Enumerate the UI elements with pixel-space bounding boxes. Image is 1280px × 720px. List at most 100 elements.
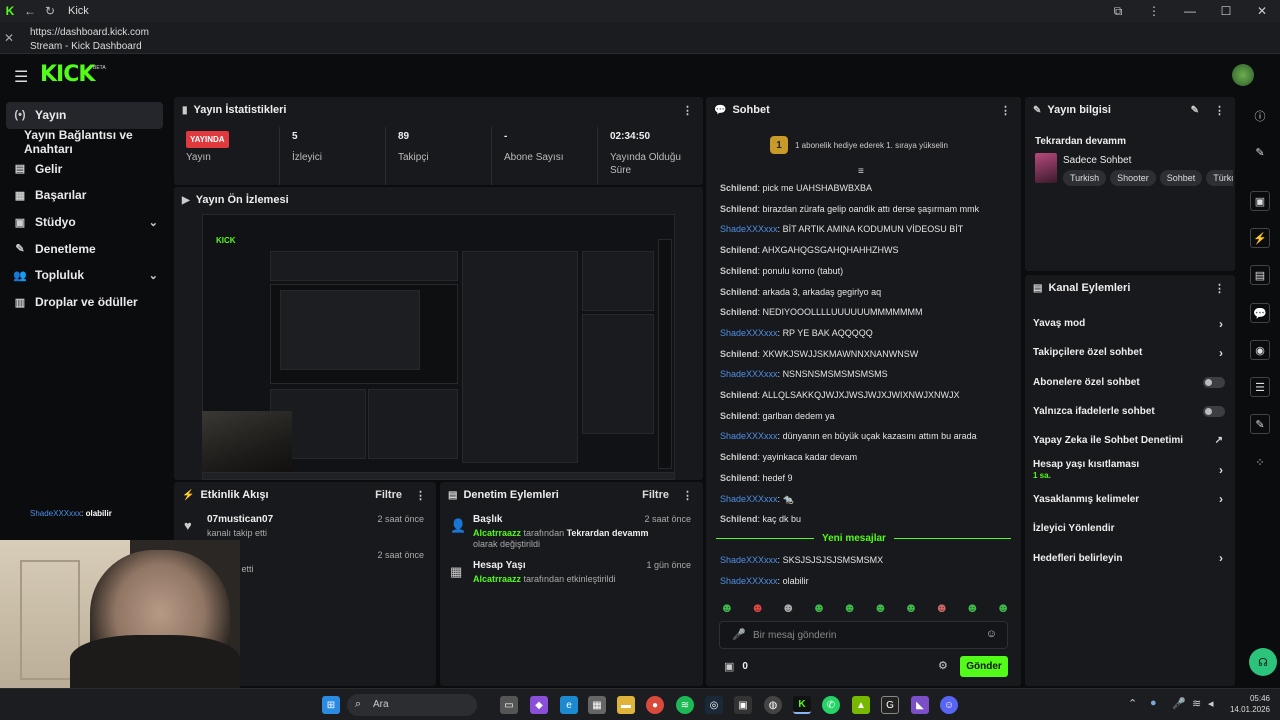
chat-username[interactable]: Schilend xyxy=(720,245,758,255)
whatsapp-icon[interactable]: ✆ xyxy=(822,696,840,714)
copilot-icon[interactable]: ◆ xyxy=(530,696,548,714)
chat-username[interactable]: Schilend xyxy=(720,183,758,193)
chrome-icon[interactable]: ● xyxy=(646,696,664,714)
emote-icon[interactable]: ☻ xyxy=(935,600,949,615)
chat-username[interactable]: Schilend xyxy=(720,452,758,462)
channel-action-item[interactable]: Hesap yaşı kısıtlaması 1 sa. › xyxy=(1025,455,1235,484)
headset-icon[interactable]: ☊ xyxy=(1249,648,1277,676)
sidebar-item-community[interactable]: 👥 Topluluk ⌄ xyxy=(0,262,172,289)
channel-action-item[interactable]: Yavaş mod › xyxy=(1025,309,1235,338)
chevron-down-icon[interactable]: ⌄ xyxy=(149,216,158,229)
store-icon[interactable]: ▦ xyxy=(588,696,606,714)
chat-username[interactable]: Schilend xyxy=(720,307,758,317)
discord-icon[interactable]: ☺ xyxy=(940,696,958,714)
moderator-name[interactable]: Alcatrraazz xyxy=(473,528,521,538)
toggle-switch[interactable] xyxy=(1203,406,1225,418)
app-icon[interactable]: ▣ xyxy=(734,696,752,714)
volume-icon[interactable]: ◂ xyxy=(1208,697,1214,710)
clock[interactable]: 05:46 14.01.2026 xyxy=(1226,693,1270,715)
chat-username[interactable]: Schilend xyxy=(720,514,758,524)
list-icon[interactable]: ☰ xyxy=(1250,377,1270,397)
emote-icon[interactable]: ☻ xyxy=(996,600,1010,615)
wifi-icon[interactable]: ≋ xyxy=(1192,697,1201,710)
broadcast-icon[interactable]: ◉ xyxy=(1250,340,1270,360)
pencil-icon[interactable]: ✎ xyxy=(1250,142,1270,162)
more-options-icon[interactable]: ⋮ xyxy=(682,489,693,502)
emote-icon[interactable]: ☻ xyxy=(781,600,795,615)
stats-icon[interactable]: ▣ xyxy=(1250,191,1270,211)
channel-points[interactable]: ▣ 0 xyxy=(724,660,748,673)
toggle-switch[interactable] xyxy=(1203,376,1225,388)
tag[interactable]: Sohbet xyxy=(1159,170,1203,186)
sidebar-item-achievements[interactable]: ▦ Başarılar xyxy=(0,182,172,209)
tag[interactable]: Türkç xyxy=(1206,170,1233,186)
app-icon[interactable]: G xyxy=(881,696,899,714)
close-button[interactable]: ✕ xyxy=(1244,0,1280,22)
tray-chevron-icon[interactable]: ⌃ xyxy=(1128,697,1137,710)
address-bar[interactable]: ✕ https://dashboard.kick.com Stream - Ki… xyxy=(0,22,1280,54)
reload-icon[interactable]: ↻ xyxy=(40,0,60,22)
emote-icon[interactable]: ☻ xyxy=(720,600,734,615)
chat-username[interactable]: ShadeXXXxxx xyxy=(720,224,778,234)
sidebar-item-moderation[interactable]: ✎ Denetleme xyxy=(0,235,172,262)
close-icon[interactable]: ✕ xyxy=(4,31,14,45)
chat-username[interactable]: Schilend xyxy=(720,349,758,359)
windows-start-icon[interactable]: ⊞ xyxy=(322,696,340,714)
taskbar-search[interactable]: ⌕ Ara xyxy=(347,694,477,716)
edge-icon[interactable]: e xyxy=(560,696,578,714)
stream-preview-video[interactable]: KICK xyxy=(202,214,675,480)
wrench-icon[interactable]: ✎ xyxy=(1250,414,1270,434)
chevron-down-icon[interactable]: ⌄ xyxy=(149,269,158,282)
chat-username[interactable]: ShadeXXXxxx xyxy=(720,494,778,504)
emote-icon[interactable]: ☻ xyxy=(751,600,765,615)
more-options-icon[interactable]: ⋮ xyxy=(682,104,693,117)
sidebar-item-studio[interactable]: ▣ Stüdyo ⌄ xyxy=(0,209,172,236)
chevron-right-icon[interactable]: › xyxy=(1219,551,1223,565)
sidebar-item-stream-key[interactable]: Yayın Bağlantısı ve Anahtarı xyxy=(0,128,172,156)
apps-icon[interactable]: ⁘ xyxy=(1250,452,1270,472)
chat-username[interactable]: ShadeXXXxxx xyxy=(720,431,778,441)
more-options-icon[interactable]: ⋮ xyxy=(415,489,426,502)
moderator-name[interactable]: Alcatrraazz xyxy=(473,574,521,584)
kick-logo[interactable]: KICK xyxy=(40,62,95,87)
chat-icon[interactable]: 💬 xyxy=(1250,303,1270,323)
send-button[interactable]: Gönder xyxy=(960,656,1008,677)
sidebar-item-drops[interactable]: ▥ Droplar ve ödüller xyxy=(0,289,172,316)
more-options-icon[interactable]: ⋮ xyxy=(1000,104,1011,117)
channel-action-item[interactable]: Yalnızca ifadelerle sohbet xyxy=(1025,397,1235,426)
channel-action-item[interactable]: Yapay Zeka ile Sohbet Denetimi ↗ xyxy=(1025,426,1235,455)
edit-icon[interactable]: ✎ xyxy=(1191,105,1199,116)
back-icon[interactable]: ← xyxy=(20,0,40,22)
more-options-icon[interactable]: ⋮ xyxy=(1214,104,1225,117)
microphone-icon[interactable]: 🎤 xyxy=(732,628,746,641)
chat-username[interactable]: ShadeXXXxxx xyxy=(720,328,778,338)
external-link-icon[interactable]: ↗ xyxy=(1215,435,1223,446)
chat-username[interactable]: Schilend xyxy=(720,411,758,421)
filter-button[interactable]: Filtre xyxy=(642,489,669,501)
chevron-right-icon[interactable]: › xyxy=(1219,317,1223,331)
tag[interactable]: Turkish xyxy=(1063,170,1107,186)
chat-username[interactable]: ShadeXXXxxx xyxy=(720,555,778,565)
app-icon[interactable]: ◍ xyxy=(764,696,782,714)
chat-username[interactable]: Schilend xyxy=(720,473,758,483)
nvidia-icon[interactable]: ▲ xyxy=(852,696,870,714)
tray-icon[interactable]: ● xyxy=(1150,697,1157,709)
clipboard-icon[interactable]: ▤ xyxy=(1250,265,1270,285)
avatar[interactable] xyxy=(1232,64,1254,86)
chevron-right-icon[interactable]: › xyxy=(1219,463,1223,477)
emoji-icon[interactable]: ☺ xyxy=(986,628,997,640)
steam-icon[interactable]: ◎ xyxy=(705,696,723,714)
vs-icon[interactable]: ◣ xyxy=(911,696,929,714)
kick-taskbar-icon[interactable]: K xyxy=(793,696,811,714)
more-icon[interactable]: ⋮ xyxy=(1136,0,1172,22)
emote-icon[interactable]: ☻ xyxy=(873,600,887,615)
maximize-button[interactable]: ☐ xyxy=(1208,0,1244,22)
channel-action-item[interactable]: Hedefleri belirleyin › xyxy=(1025,543,1235,572)
spotify-icon[interactable]: ≋ xyxy=(676,696,694,714)
settings-gear-icon[interactable]: ⚙ xyxy=(938,659,948,672)
category-thumbnail[interactable] xyxy=(1035,153,1057,183)
extensions-icon[interactable]: ⧉ xyxy=(1100,0,1136,22)
pinned-toggle-icon[interactable]: ≡ xyxy=(858,166,864,177)
activity-user[interactable]: 07mustican07 xyxy=(207,514,273,525)
channel-action-item[interactable]: Yasaklanmış kelimeler › xyxy=(1025,485,1235,514)
